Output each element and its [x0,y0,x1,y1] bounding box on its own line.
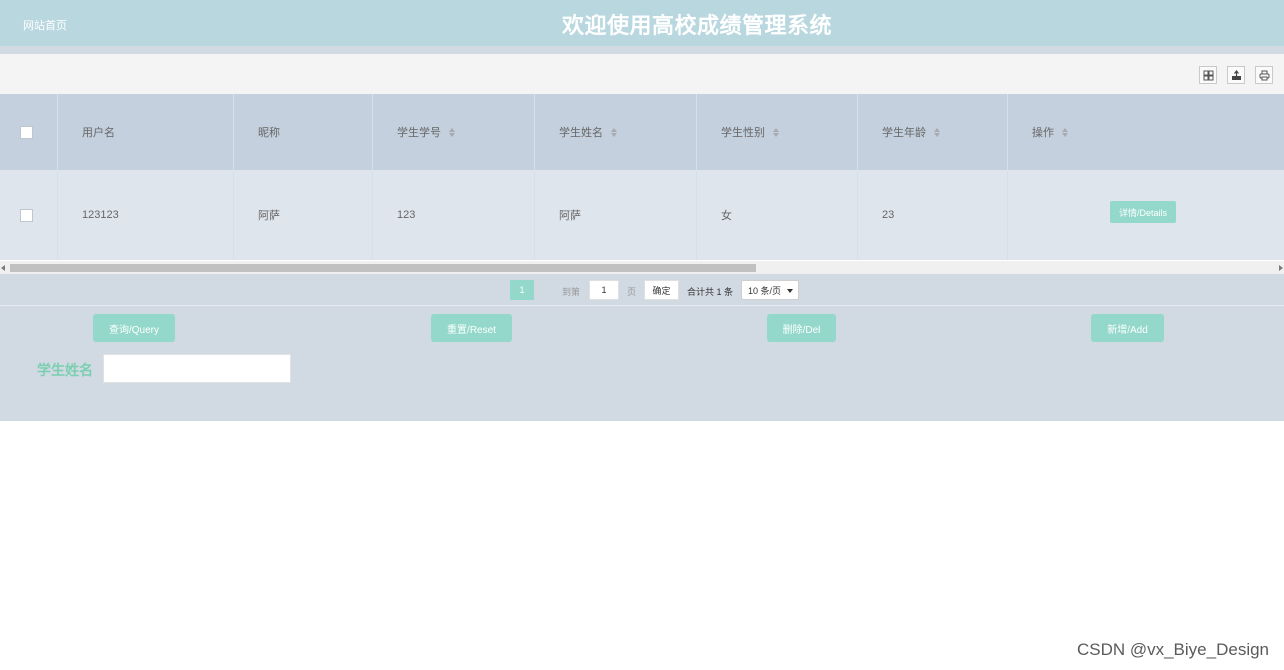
col-username: 用户名 [58,94,234,170]
page-unit-label: 页 [627,287,637,297]
goto-label: 到第 [562,287,581,297]
col-age[interactable]: 学生年龄 [858,94,1008,170]
col-student-no-label: 学生学号 [397,127,441,139]
page-title: 欢迎使用高校成绩管理系统 [561,13,832,38]
export-icon[interactable] [1227,66,1245,84]
cell-gender: 女 [697,170,858,260]
cell-nickname: 阿萨 [234,170,373,260]
cell-gender-text: 女 [721,210,732,222]
col-gender-label: 学生性别 [721,127,765,139]
table-toolbar [0,54,1284,94]
col-gender[interactable]: 学生性别 [697,94,858,170]
columns-icon[interactable] [1199,66,1217,84]
cell-student-name-text: 阿萨 [559,210,581,222]
page-number-current[interactable]: 1 [510,280,534,300]
reset-button[interactable]: 重置/Reset [431,314,512,342]
student-name-search-input[interactable] [103,354,291,383]
sort-icon[interactable] [934,127,940,137]
pagination: 1 到第 页 确定 合计共 1 条 10 条/页 [0,274,1284,306]
col-nickname-label: 昵称 [258,127,280,139]
cell-username: 123123 [58,170,234,260]
cell-student-no-text: 123 [397,209,416,221]
total-count: 合计共 1 条 [687,287,734,297]
col-student-name[interactable]: 学生姓名 [535,94,697,170]
sort-icon[interactable] [611,127,617,137]
col-nickname: 昵称 [234,94,373,170]
goto-page-input[interactable] [589,280,619,300]
cell-age: 23 [858,170,1008,260]
sort-icon[interactable] [1062,127,1068,137]
print-icon[interactable] [1255,66,1273,84]
cell-student-no: 123 [373,170,535,260]
cell-student-name: 阿萨 [535,170,697,260]
details-button[interactable]: 详情/Details [1110,201,1176,223]
col-age-label: 学生年龄 [882,127,926,139]
col-student-name-label: 学生姓名 [559,127,603,139]
header-select-cell [0,94,58,170]
goto-confirm-button[interactable]: 确定 [644,280,679,300]
cell-username-text: 123123 [82,209,119,221]
sort-icon[interactable] [773,127,779,137]
col-action-label: 操作 [1032,127,1054,139]
select-all-checkbox[interactable] [20,125,33,139]
col-action[interactable]: 操作 [1008,94,1284,170]
top-header: 网站首页 欢迎使用高校成绩管理系统 [0,0,1284,46]
sort-icon[interactable] [449,127,455,137]
add-button[interactable]: 新增/Add [1091,314,1164,342]
control-panel: 1 到第 页 确定 合计共 1 条 10 条/页 查询/Query 重置/Res… [0,274,1284,421]
page-size-select[interactable]: 10 条/页 [741,280,799,300]
delete-button[interactable]: 删除/Del [767,314,836,342]
header-divider [0,46,1284,54]
col-username-label: 用户名 [82,127,115,139]
row-select-cell [0,170,58,260]
query-button[interactable]: 查询/Query [93,314,175,342]
horizontal-scrollbar[interactable] [0,261,1284,274]
cell-age-text: 23 [882,209,895,221]
scroll-left-icon[interactable] [1,265,5,271]
col-student-no[interactable]: 学生学号 [373,94,535,170]
chevron-down-icon [787,289,793,293]
table-row: 123123 阿萨 123 阿萨 女 23 [0,170,1284,260]
table-header-row: 用户名 昵称 学生学号 学生姓名 学生性别 学生年龄 操作 [0,94,1284,170]
page-size-value: 10 条/页 [748,285,782,296]
scroll-right-icon[interactable] [1279,265,1283,271]
row-checkbox[interactable] [20,208,33,222]
cell-nickname-text: 阿萨 [258,210,280,222]
scrollbar-thumb[interactable] [10,264,756,272]
search-label: 学生姓名 [37,362,93,378]
watermark: CSDN @vx_Biye_Design [1076,640,1269,659]
